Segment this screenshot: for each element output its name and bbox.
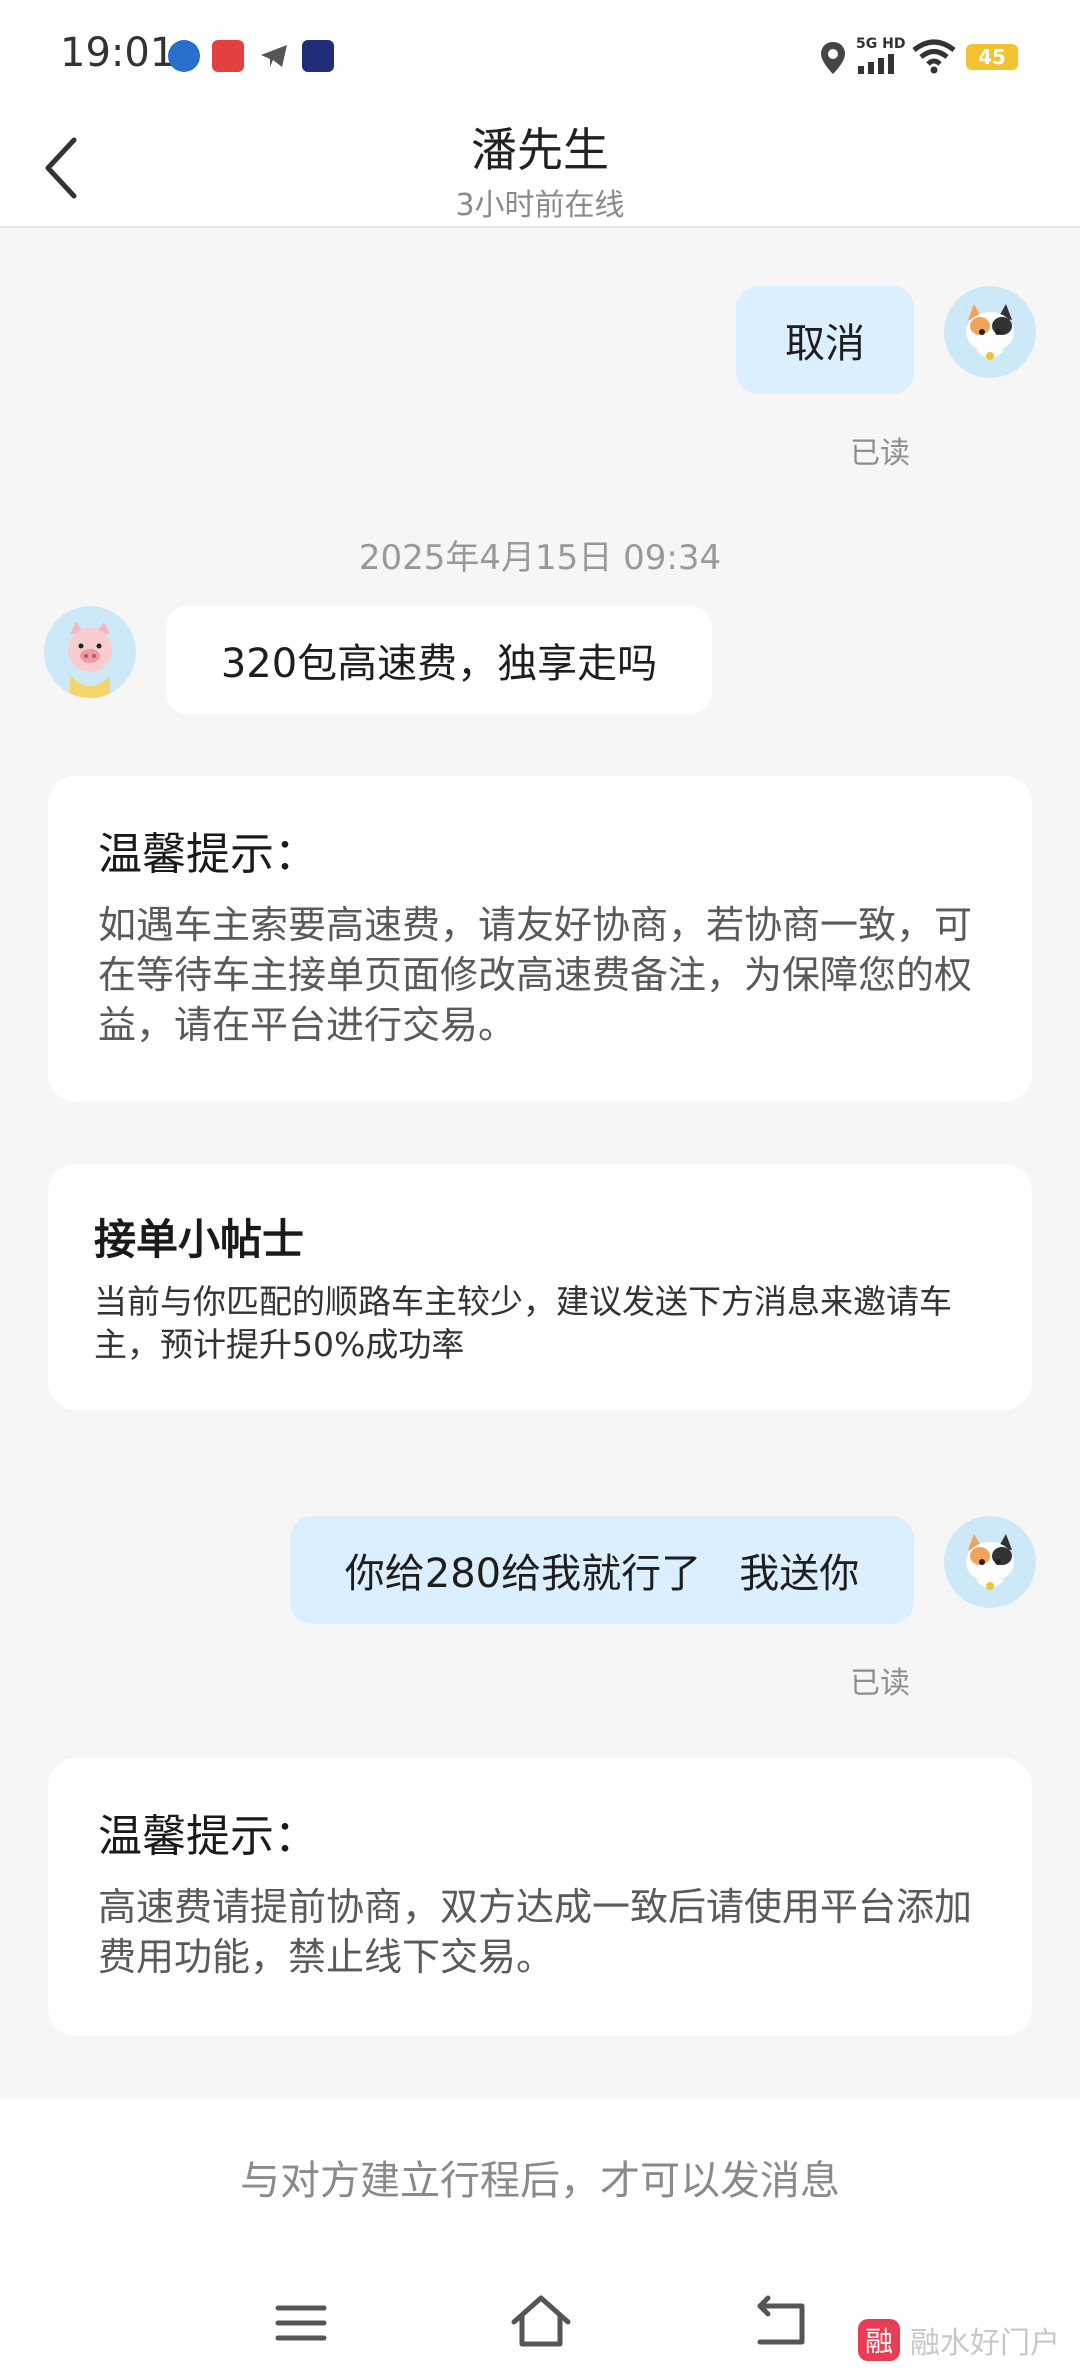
home-icon [511,2295,571,2347]
status-bar: 19:01 5G HD 45 [0,0,1080,110]
status-time: 19:01 [60,30,176,76]
my-message-bubble[interactable]: 取消 [736,286,914,394]
menu-icon [275,2305,327,2341]
message-timestamp: 2025年4月15日 09:34 [358,538,722,578]
order-tip-card: 接单小帖士 当前与你匹配的顺路车主较少，建议发送下方消息来邀请车主，预计提升50… [48,1164,1032,1410]
watermark-text: 融水好门户 [910,2326,1060,2361]
my-message-bubble[interactable]: 你给280给我就行了 我送你 [290,1516,914,1624]
card-body: 高速费请提前协商，双方达成一致后请使用平台添加费用功能，禁止线下交易。 [98,1885,973,1979]
battery-icon: 45 [966,44,1018,70]
read-receipt: 已读 [850,1666,910,1701]
back-nav-button[interactable] [746,2288,816,2358]
card-title: 接单小帖士 [94,1215,305,1264]
contact-avatar[interactable] [44,606,136,698]
online-status: 3小时前在线 [455,188,625,223]
warm-tip-card: 温馨提示： 如遇车主索要高速费，请友好协商，若协商一致，可在等待车主接单页面修改… [48,776,1032,1102]
shopping-app-notification-icon [212,40,244,72]
card-title: 温馨提示： [98,1811,318,1862]
network-type-label: 5G HD [856,36,906,52]
contact-name: 潘先生 [471,123,609,177]
my-avatar[interactable] [944,1516,1036,1608]
recent-apps-button[interactable] [266,2288,336,2358]
watermark: 融 融水好门户 [858,2318,1060,2362]
app-notification-icon [168,40,200,72]
message-text: 320包高速费，独享走吗 [220,641,658,687]
cat-avatar-icon [944,1516,1036,1608]
card-body: 当前与你匹配的顺路车主较少，建议发送下方消息来邀请车主，预计提升50%成功率 [94,1282,952,1364]
messaging-disabled-notice: 与对方建立行程后，才可以发消息 [240,2158,840,2204]
watermark-logo: 融 [858,2319,900,2361]
my-avatar[interactable] [944,286,1036,378]
battery-level: 45 [978,45,1006,69]
card-body: 如遇车主索要高速费，请友好协商，若协商一致，可在等待车主接单页面修改高速费备注，… [98,903,973,1047]
home-button[interactable] [506,2288,576,2358]
warm-tip-card: 温馨提示： 高速费请提前协商，双方达成一致后请使用平台添加费用功能，禁止线下交易… [48,1758,1032,2036]
pig-avatar-icon [44,606,136,698]
message-text: 你给280给我就行了 我送你 [344,1551,860,1597]
bottom-bar: 与对方建立行程后，才可以发消息 融 融水好门户 [0,2098,1080,2376]
signal-icon: 5G HD [856,36,905,78]
contact-message-bubble[interactable]: 320包高速费，独享走吗 [166,606,712,714]
card-title: 温馨提示： [98,829,318,880]
return-icon [757,2295,805,2345]
telegram-notification-icon [258,40,290,72]
cat-avatar-icon [944,286,1036,378]
read-receipt: 已读 [850,436,910,471]
message-text: 取消 [785,321,865,367]
location-icon [818,40,848,80]
shield-app-notification-icon [302,40,334,72]
chat-header: 潘先生 3小时前在线 [0,110,1080,228]
wifi-icon [912,38,956,78]
